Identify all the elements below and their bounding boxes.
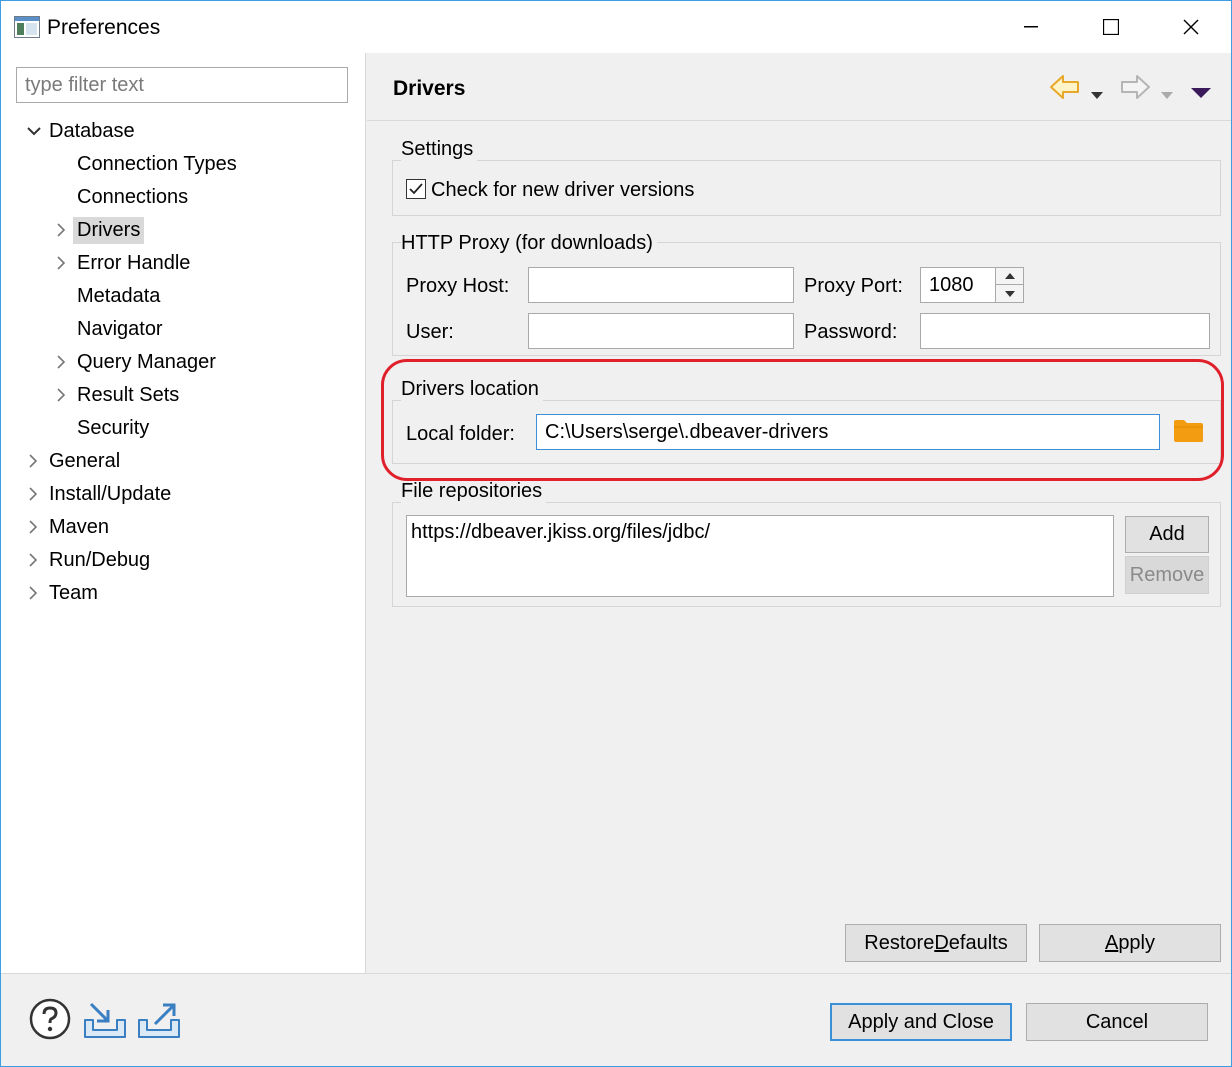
spinner-up-button[interactable] <box>995 268 1023 285</box>
folder-icon <box>1174 420 1203 442</box>
preference-page: Drivers Settings Check for new driver ve… <box>367 53 1231 973</box>
file-repositories-group-title: File repositories <box>401 480 547 503</box>
chevron-right-icon[interactable] <box>53 387 69 403</box>
window-title: Preferences <box>47 16 161 39</box>
export-button[interactable] <box>137 1000 181 1046</box>
close-button[interactable] <box>1151 1 1231 53</box>
apply-and-close-button[interactable]: Apply and Close <box>830 1003 1012 1041</box>
preferences-window: Preferences Database Connection Types Co… <box>0 0 1232 1067</box>
import-button[interactable] <box>83 1000 127 1046</box>
help-button[interactable] <box>29 998 71 1046</box>
forward-arrow-icon <box>1121 75 1150 99</box>
tree-item-label: Database <box>49 120 135 142</box>
proxy-port-label: Proxy Port: <box>804 275 903 297</box>
help-icon <box>29 998 71 1040</box>
settings-group-title: Settings <box>401 138 478 161</box>
spinner-up-icon <box>1004 273 1015 279</box>
proxy-port-spinner[interactable]: 1080 <box>920 267 1024 303</box>
spinner-down-icon <box>1004 290 1015 297</box>
check-versions-checkbox[interactable] <box>406 179 426 199</box>
export-icon <box>138 1003 180 1038</box>
maximize-button[interactable] <box>1071 1 1151 53</box>
repositories-list[interactable]: https://dbeaver.jkiss.org/files/jdbc/ <box>406 515 1114 597</box>
cancel-button[interactable]: Cancel <box>1026 1003 1208 1041</box>
chevron-right-icon[interactable] <box>53 222 69 238</box>
chevron-down-icon[interactable] <box>26 123 42 139</box>
checkmark-icon <box>409 183 423 195</box>
user-label: User: <box>406 321 454 343</box>
page-title: Drivers <box>393 77 466 100</box>
import-icon <box>84 1002 126 1038</box>
tree-item-label: Connection Types <box>77 153 237 175</box>
proxy-host-label: Proxy Host: <box>406 275 510 297</box>
password-input[interactable] <box>920 313 1210 349</box>
close-icon <box>1183 19 1199 35</box>
tree-item-label: Result Sets <box>77 384 180 406</box>
minimize-icon <box>1024 26 1038 28</box>
tree-item-label: Error Handle <box>77 252 191 274</box>
forward-history-dropdown[interactable] <box>1161 83 1173 106</box>
dropdown-arrow-icon <box>1091 92 1103 99</box>
password-label: Password: <box>804 321 898 343</box>
tree-item-label: Metadata <box>77 285 161 307</box>
tree-item-label: Query Manager <box>77 351 216 373</box>
remove-repository-button[interactable]: Remove <box>1125 556 1209 594</box>
chevron-right-icon[interactable] <box>25 519 41 535</box>
list-item[interactable]: https://dbeaver.jkiss.org/files/jdbc/ <box>411 521 1109 544</box>
user-input[interactable] <box>528 313 794 349</box>
browse-folder-button[interactable] <box>1173 419 1204 449</box>
proxy-host-input[interactable] <box>528 267 794 303</box>
chevron-right-icon[interactable] <box>25 552 41 568</box>
chevron-right-icon[interactable] <box>53 354 69 370</box>
restore-defaults-button[interactable]: Restore Defaults <box>845 924 1027 962</box>
maximize-icon <box>1103 19 1119 35</box>
view-menu-button[interactable] <box>1191 82 1211 105</box>
preferences-navigation: Database Connection Types Connections Dr… <box>1 53 366 973</box>
proxy-port-value: 1080 <box>929 274 974 296</box>
page-header: Drivers <box>367 53 1231 121</box>
filter-input[interactable] <box>16 67 348 103</box>
dropdown-arrow-icon <box>1161 92 1173 99</box>
local-folder-input[interactable] <box>536 414 1160 450</box>
add-repository-button[interactable]: Add <box>1125 516 1209 553</box>
local-folder-label: Local folder: <box>406 423 515 445</box>
preferences-app-icon <box>14 16 40 38</box>
minimize-button[interactable] <box>991 1 1071 53</box>
back-history-dropdown[interactable] <box>1091 83 1103 106</box>
dialog-button-bar: Apply and Close Cancel <box>1 973 1231 1066</box>
tree-item-label: Drivers <box>73 217 145 244</box>
tree-item-label: Navigator <box>77 318 163 340</box>
chevron-right-icon[interactable] <box>25 486 41 502</box>
view-menu-icon <box>1191 88 1211 98</box>
tree-item-label: General <box>49 450 121 472</box>
drivers-location-group-title: Drivers location <box>401 378 543 401</box>
http-proxy-group-title: HTTP Proxy (for downloads) <box>401 232 657 255</box>
tree-item-label: Run/Debug <box>49 549 151 571</box>
tree-item-label: Team <box>49 582 98 604</box>
spinner-down-button[interactable] <box>995 285 1023 302</box>
tree-item-label: Install/Update <box>49 483 172 505</box>
chevron-right-icon[interactable] <box>25 453 41 469</box>
apply-button[interactable]: Apply <box>1039 924 1221 962</box>
back-arrow-icon <box>1050 75 1079 99</box>
tree-item-label: Security <box>77 417 150 439</box>
chevron-right-icon[interactable] <box>53 255 69 271</box>
check-versions-label[interactable]: Check for new driver versions <box>431 179 694 202</box>
forward-button[interactable] <box>1119 73 1151 107</box>
chevron-right-icon[interactable] <box>25 585 41 601</box>
back-button[interactable] <box>1049 73 1081 107</box>
tree-item-label: Connections <box>77 186 189 208</box>
tree-item-label: Maven <box>49 516 110 538</box>
title-bar: Preferences <box>1 1 1231 53</box>
